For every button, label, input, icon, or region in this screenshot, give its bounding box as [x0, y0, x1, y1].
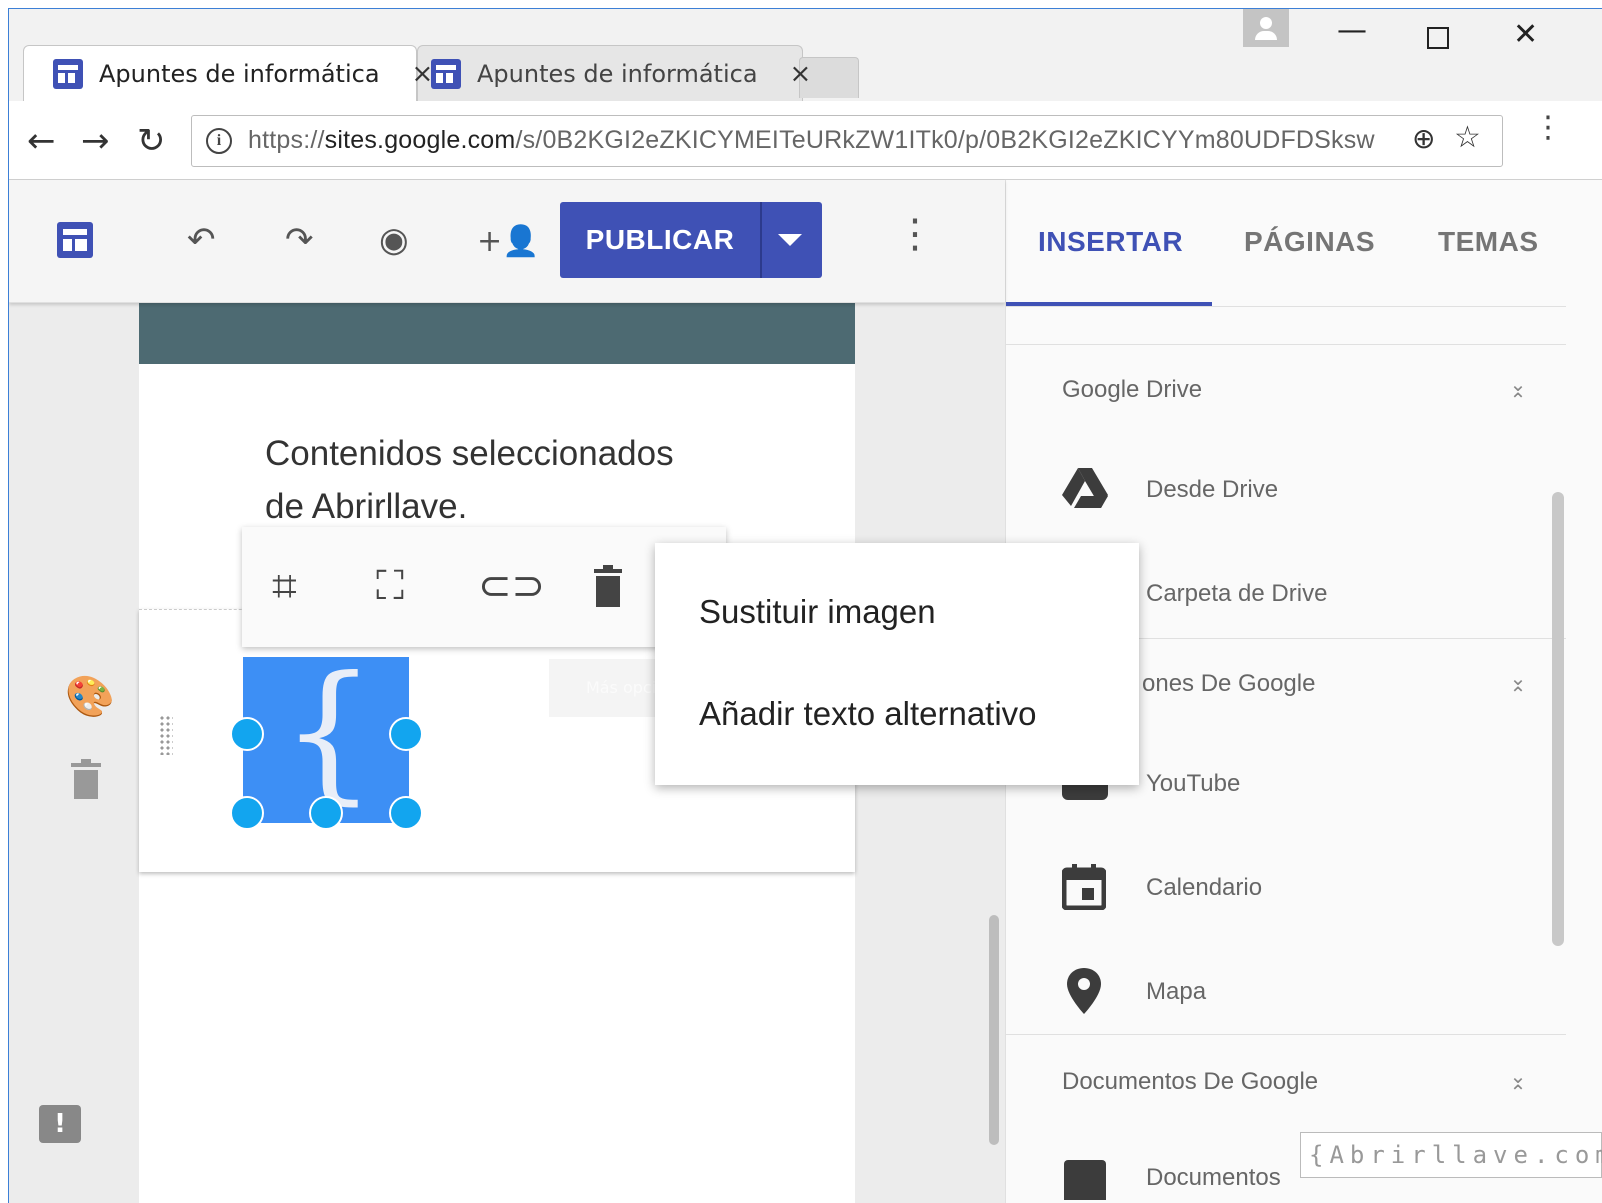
publish-dropdown-icon[interactable]: [778, 234, 802, 246]
bookmark-star-icon[interactable]: ☆: [1454, 120, 1481, 155]
page-header-band: [139, 302, 855, 364]
docs-icon: [1064, 1160, 1106, 1200]
share-add-person-icon[interactable]: +👤: [477, 224, 540, 259]
tab-1[interactable]: Apuntes de informática ×: [53, 45, 433, 103]
section-title-google-apps[interactable]: ones De Google: [1142, 670, 1315, 698]
image-toolbar: ⌗ ⛶ ⊂⊃: [242, 527, 726, 647]
publish-label: PUBLICAR: [585, 224, 735, 255]
tab-2-title: Apuntes de informática: [477, 60, 758, 88]
page-text-block[interactable]: Contenidos seleccionados de Abrirllave.: [265, 427, 705, 533]
item-youtube[interactable]: YouTube: [1146, 770, 1240, 798]
tab-strip: Apuntes de informática × Apuntes de info…: [9, 9, 1602, 106]
drag-handle-icon[interactable]: [159, 715, 173, 755]
undo-icon[interactable]: ↶: [187, 220, 216, 260]
map-pin-icon: [1062, 968, 1108, 1014]
redo-icon[interactable]: ↷: [285, 220, 314, 260]
maximize-icon[interactable]: [1427, 27, 1449, 49]
section-divider: [1006, 344, 1566, 345]
address-bar-row: ← → ↻ i https://sites.google.com/s/0B2KG…: [9, 101, 1602, 180]
url-path: /s/0B2KGI2eZKICYMEITeURkZW1ITk0/p/0B2KGI…: [515, 126, 1375, 154]
section-title-google-docs[interactable]: Documentos De Google: [1062, 1068, 1318, 1096]
editor-toolbar: ↶ ↷ ◉ +👤 PUBLICAR ⋮: [9, 180, 1005, 303]
crop-icon[interactable]: ⌗: [272, 561, 297, 612]
back-icon[interactable]: ←: [27, 121, 56, 161]
palette-icon[interactable]: 🎨: [65, 673, 115, 720]
tab-close-icon[interactable]: ×: [790, 59, 812, 89]
calendar-icon: [1061, 864, 1108, 911]
resize-handle[interactable]: [230, 796, 264, 830]
image-context-menu: Sustituir imagen Añadir texto alternativ…: [655, 543, 1139, 785]
tab-1-title: Apuntes de informática: [99, 60, 380, 88]
abrirllave-watermark: {Abrirllave.com: [1300, 1132, 1602, 1178]
section-title-google-drive[interactable]: Google Drive: [1062, 376, 1202, 404]
canvas-scrollbar[interactable]: [989, 915, 999, 1145]
minimize-icon[interactable]: —: [1337, 13, 1367, 48]
item-mapa[interactable]: Mapa: [1146, 978, 1206, 1006]
collapse-chevron-icon[interactable]: ⌄ ⌃: [1506, 374, 1530, 410]
menu-add-alt-text[interactable]: Añadir texto alternativo: [699, 695, 1037, 733]
reload-icon[interactable]: ↻: [137, 121, 166, 161]
feedback-icon[interactable]: !: [39, 1105, 81, 1143]
brace-glyph-icon: {: [281, 645, 377, 819]
delete-image-icon[interactable]: [594, 565, 622, 607]
more-options-icon[interactable]: ⋮: [895, 214, 935, 254]
resize-handle[interactable]: [389, 796, 423, 830]
collapse-chevron-icon[interactable]: ⌄ ⌃: [1506, 1066, 1530, 1102]
link-icon[interactable]: ⊂⊃: [478, 563, 545, 609]
google-drive-icon: [1062, 468, 1108, 514]
info-icon[interactable]: i: [206, 128, 232, 154]
section-divider: [1006, 1034, 1566, 1035]
item-carpeta-drive[interactable]: Carpeta de Drive: [1146, 580, 1327, 608]
section-delete-icon[interactable]: [71, 759, 101, 799]
url-host: sites.google.com: [324, 126, 516, 154]
resize-handle[interactable]: [389, 717, 423, 751]
sites-logo-icon[interactable]: [57, 222, 93, 258]
item-documentos[interactable]: Documentos: [1146, 1164, 1281, 1192]
tabs-divider: [1006, 306, 1566, 307]
sites-favicon-icon: [53, 59, 83, 89]
panel-scrollbar[interactable]: [1552, 492, 1564, 946]
resize-handle[interactable]: [309, 796, 343, 830]
sites-favicon-icon: [431, 59, 461, 89]
item-desde-drive[interactable]: Desde Drive: [1146, 476, 1278, 504]
tab-paginas[interactable]: PÁGINAS: [1244, 226, 1375, 258]
browser-window: Apuntes de informática × Apuntes de info…: [8, 8, 1602, 1203]
url-text[interactable]: https://sites.google.com/s/0B2KGI2eZKICY…: [248, 126, 1375, 155]
profile-icon[interactable]: [1243, 9, 1289, 47]
forward-icon[interactable]: →: [81, 121, 110, 161]
tab-temas[interactable]: TEMAS: [1438, 226, 1539, 258]
chrome-menu-icon[interactable]: ⋮: [1533, 113, 1563, 143]
omnibox[interactable]: i https://sites.google.com/s/0B2KGI2eZKI…: [191, 115, 1503, 167]
tab-insertar[interactable]: INSERTAR: [1038, 226, 1183, 258]
menu-replace-image[interactable]: Sustituir imagen: [699, 593, 936, 631]
zoom-icon[interactable]: ⊕: [1412, 122, 1435, 155]
tab-2[interactable]: Apuntes de informática ×: [431, 45, 811, 103]
fullscreen-icon[interactable]: ⛶: [376, 563, 404, 609]
resize-handle[interactable]: [230, 717, 264, 751]
publish-button[interactable]: PUBLICAR: [560, 202, 822, 278]
close-window-icon[interactable]: ✕: [1513, 17, 1538, 52]
publish-separator: [760, 202, 762, 278]
item-calendario[interactable]: Calendario: [1146, 874, 1262, 902]
preview-eye-icon[interactable]: ◉: [379, 220, 409, 260]
collapse-chevron-icon[interactable]: ⌄ ⌃: [1506, 668, 1530, 704]
url-scheme: https://: [248, 126, 325, 154]
